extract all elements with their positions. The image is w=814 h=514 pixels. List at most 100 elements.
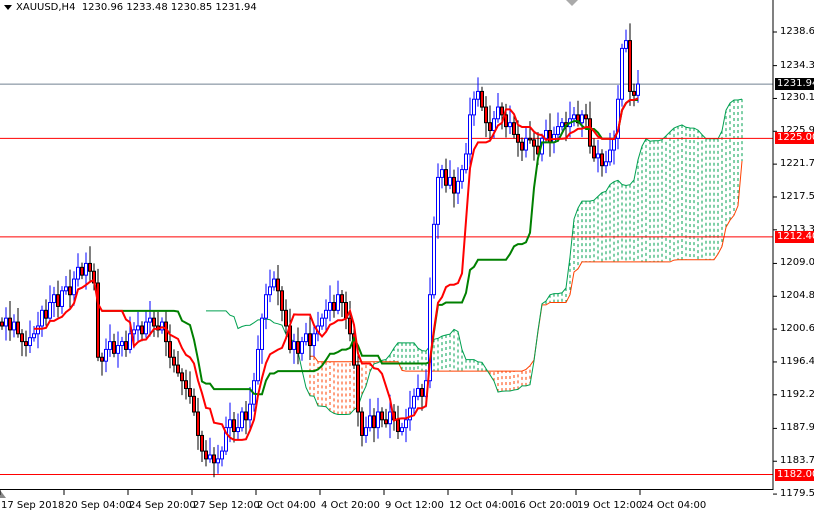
candle-body [300, 341, 304, 354]
candle-body [244, 411, 248, 421]
shift-marker-icon [566, 0, 578, 6]
ohlc-readout: 1230.96 1233.48 1230.85 1231.94 [81, 2, 257, 13]
candle-body [396, 419, 400, 433]
price-tag-current: 1231.94 [775, 78, 814, 91]
candle-body [64, 286, 68, 292]
candle-body [16, 321, 20, 335]
candle-body [348, 317, 352, 335]
candle-body [184, 380, 188, 390]
candle-body [596, 153, 600, 159]
candle-body [28, 337, 32, 347]
x-tick-label: 16 Oct 20:00 [513, 500, 579, 511]
candle-body [200, 434, 204, 452]
y-tick-label: 1200.60 [780, 323, 814, 335]
candle-body [140, 325, 144, 335]
candle-body [60, 290, 64, 307]
candle-body [132, 329, 136, 335]
x-tick-label: 4 Oct 20:00 [321, 500, 380, 511]
y-tick-label: 1179.50 [780, 488, 814, 500]
candle-body [456, 180, 460, 194]
candle-body [600, 153, 604, 167]
candle-body [188, 388, 192, 397]
candle-body [464, 153, 468, 171]
price-tag-level: 1225.00 [775, 132, 814, 145]
candle-body [72, 278, 76, 296]
candle-body [8, 317, 12, 331]
y-tick-label: 1209.00 [780, 257, 814, 269]
candle-body [472, 98, 476, 116]
candle-body [620, 47, 624, 100]
candle-body [532, 139, 536, 147]
dropdown-triangle-icon[interactable] [4, 4, 12, 10]
candle-body [240, 411, 244, 429]
candle-body [452, 176, 456, 194]
y-tick-label: 1230.10 [780, 92, 814, 104]
candle-body [496, 106, 500, 120]
candle-body [584, 114, 588, 120]
candle-body [212, 454, 216, 464]
x-tick-label: 9 Oct 12:00 [385, 500, 444, 511]
y-tick-label: 1183.70 [780, 455, 814, 467]
chart-title: XAUUSD,H4 1230.96 1233.48 1230.85 1231.9… [4, 2, 257, 13]
candle-body [304, 333, 308, 343]
candle-body [592, 145, 596, 159]
candle-body [380, 411, 384, 421]
y-tick-label: 1204.80 [780, 290, 814, 302]
candle-body [292, 341, 296, 350]
y-tick-label: 1238.60 [780, 26, 814, 37]
candle-body [0, 321, 4, 327]
candle-body [124, 341, 128, 350]
candle-body [220, 450, 224, 460]
candle-body [432, 223, 436, 296]
candle-body [228, 419, 232, 429]
candle-body [24, 341, 28, 347]
candle-body [56, 294, 60, 307]
candle-body [560, 122, 564, 128]
y-tick-label: 1187.90 [780, 422, 814, 434]
x-tick-label: 19 Oct 12:00 [577, 500, 643, 511]
candle-body [340, 294, 344, 304]
candle-body [604, 161, 608, 167]
candle-body [508, 122, 512, 128]
candle-body [80, 266, 84, 276]
x-tick-label: 2 Oct 04:00 [257, 500, 316, 511]
candle-body [588, 118, 592, 147]
candle-body [404, 419, 408, 429]
candle-body [148, 317, 152, 323]
candle-body [136, 325, 140, 331]
candle-body [512, 122, 516, 135]
candle-body [516, 133, 520, 143]
x-tick-label: 17 Sep 2018 [1, 500, 65, 511]
candle-body [260, 317, 264, 350]
candle-body [324, 309, 328, 319]
x-tick-label: 24 Sep 20:00 [129, 500, 196, 511]
tenkan-sen-line [34, 97, 639, 441]
candle-body [336, 294, 340, 311]
candle-body [556, 126, 560, 135]
candle-body [144, 321, 148, 335]
candle-body [388, 411, 392, 425]
candle-body [332, 302, 336, 311]
candle-body [284, 309, 288, 327]
x-tick-label: 24 Oct 04:00 [641, 500, 707, 511]
candle-body [12, 321, 16, 331]
candle-body [52, 294, 56, 304]
y-tick-label: 1196.40 [780, 355, 814, 367]
candle-body [440, 169, 444, 178]
candle-body [128, 333, 132, 350]
candle-body [248, 403, 252, 421]
candle-body [216, 458, 220, 464]
candle-body [632, 90, 636, 96]
candle-body [460, 169, 464, 182]
candle-body [368, 415, 372, 429]
candle-body [320, 317, 324, 327]
candle-body [312, 333, 316, 347]
price-chart[interactable] [0, 0, 814, 514]
candle-body [524, 137, 528, 151]
y-tick-label: 1192.20 [780, 388, 814, 400]
candle-body [328, 302, 332, 311]
candle-body [444, 169, 448, 186]
candle-body [384, 419, 388, 425]
candle-body [44, 309, 48, 319]
candle-body [520, 141, 524, 151]
